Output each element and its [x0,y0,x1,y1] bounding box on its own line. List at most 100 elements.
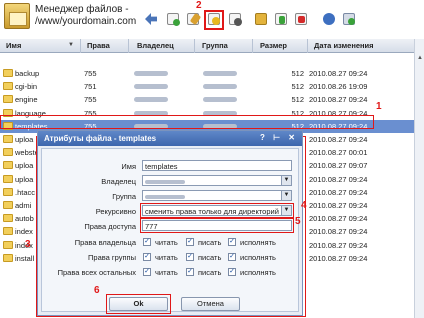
owner-select[interactable]: ▼ [142,175,292,186]
owner-exec-checkbox[interactable]: ✓ [228,238,236,246]
delete-file-icon[interactable] [227,11,243,27]
ok-highlight [106,294,171,314]
group-write-checkbox[interactable]: ✓ [186,253,194,261]
back-arrow-icon[interactable] [143,11,159,27]
row-group-redacted [203,97,237,103]
row-name: backup [15,69,40,78]
row-name: admi [15,201,32,210]
sort-arrow-icon[interactable]: ▼ [68,42,74,48]
callout-3: 3 [25,239,31,250]
row-date: 2010.08.26 19:09 [309,82,368,92]
col-modified[interactable]: Дата изменения [314,41,374,50]
row-date: 2010.08.27 09:24 [309,187,368,197]
others-exec-label: исполнять [240,268,276,277]
attributes-highlight [204,10,224,30]
folder-icon [3,135,13,143]
dialog-title-text: Атрибуты файла - templates [44,134,157,143]
upload-icon[interactable] [253,11,269,27]
row-size: 512 [291,69,304,78]
row-name: autob [15,214,34,224]
callout-2: 2 [196,0,202,11]
folder-icon [3,214,13,223]
table-row[interactable]: engine 755 512 2010.08.27 09:24 [0,93,414,106]
col-perms[interactable]: Права [87,41,110,50]
table-row[interactable]: cgi-bin 751 512 2010.08.26 19:09 [0,80,414,93]
group-exec-checkbox[interactable]: ✓ [228,253,236,261]
owner-write-checkbox[interactable]: ✓ [186,238,194,246]
scroll-up-icon[interactable]: ▲ [417,55,423,61]
group-read-checkbox[interactable]: ✓ [143,253,151,261]
recursive-label: Рекурсивно [95,207,136,216]
table-row[interactable]: backup 755 512 2010.08.27 09:24 [0,67,414,80]
group-exec-label: исполнять [240,253,276,262]
row-date: 2010.08.27 09:24 [309,135,368,144]
copy-icon[interactable] [321,11,337,27]
row-size: 512 [291,95,304,105]
row-date: 2010.08.27 09:24 [309,227,368,237]
row-name: .htacc [15,187,36,197]
row-date: 2010.08.27 09:24 [309,69,368,78]
col-group[interactable]: Группа [202,41,228,50]
folder-icon [3,82,13,91]
app-title-line1: Менеджер файлов - [35,4,129,15]
group-dropdown-icon[interactable]: ▼ [281,191,291,200]
owner-write-label: писать [198,238,222,247]
folder-icon [3,95,13,104]
callout-5: 5 [295,216,301,227]
col-name[interactable]: Имя [6,41,21,50]
folder-icon [3,174,13,183]
others-rights-label: Права всех остальных [57,268,136,277]
group-rights-label: Права группы [88,253,136,262]
group-select[interactable]: ▼ [142,190,292,201]
row-group-redacted [203,71,237,76]
row-date: 2010.08.27 09:24 [309,253,368,263]
row-name: index [15,227,33,237]
owner-dropdown-icon[interactable]: ▼ [281,176,291,185]
row-perms: 755 [84,69,97,78]
row-name: uploa [15,174,34,184]
callout-6: 6 [94,285,100,296]
name-field[interactable]: templates [142,160,292,171]
dialog-body: Имя templates Владелец ▼ Группа ▼ Рекурс… [41,148,299,314]
refresh-icon[interactable] [341,11,357,27]
row-owner-redacted [134,71,168,76]
folder-icon [3,201,13,209]
attributes-dialog: Атрибуты файла - templates ? ⊢ ✕ Имя tem… [37,130,303,316]
cancel-button[interactable]: Отмена [181,297,240,311]
perms-highlight [140,218,294,233]
download-icon[interactable] [273,11,289,27]
owner-label: Владелец [101,177,136,186]
new-file-icon[interactable] [165,11,181,27]
row-date: 2010.08.27 09:24 [309,201,368,210]
group-write-label: писать [198,253,222,262]
row-date: 2010.08.27 09:24 [309,240,368,250]
folder-icon [3,69,13,77]
others-read-checkbox[interactable]: ✓ [143,268,151,276]
edit-file-icon[interactable] [185,11,202,27]
row-group-redacted [203,84,237,90]
perms-label: Права доступа [84,222,136,231]
folder-icon [3,227,13,236]
group-label: Группа [112,192,136,201]
app-title: Менеджер файлов - /www/yourdomain.com [35,4,136,28]
folder-icon [3,148,13,157]
callout-4: 4 [301,200,307,211]
col-size[interactable]: Размер [260,41,287,50]
app-title-line2: /www/yourdomain.com [35,16,137,27]
row-date: 2010.08.27 09:07 [309,161,368,171]
row-date: 2010.08.27 00:01 [309,148,368,158]
others-exec-checkbox[interactable]: ✓ [228,268,236,276]
dialog-title-buttons[interactable]: ? ⊢ ✕ [260,133,298,142]
row-name: uploa [15,161,34,171]
dialog-title: Атрибуты файла - templates ? ⊢ ✕ [38,131,302,146]
owner-read-checkbox[interactable]: ✓ [143,238,151,246]
name-label: Имя [121,162,136,171]
col-owner[interactable]: Владелец [137,41,174,50]
vertical-scrollbar[interactable]: ▲ [414,39,424,318]
others-write-checkbox[interactable]: ✓ [186,268,194,276]
owner-exec-label: исполнять [240,238,276,247]
remove-icon[interactable] [293,11,309,27]
row-name: engine [15,95,38,105]
group-read-label: читать [155,253,178,262]
row-owner-redacted [134,97,168,103]
